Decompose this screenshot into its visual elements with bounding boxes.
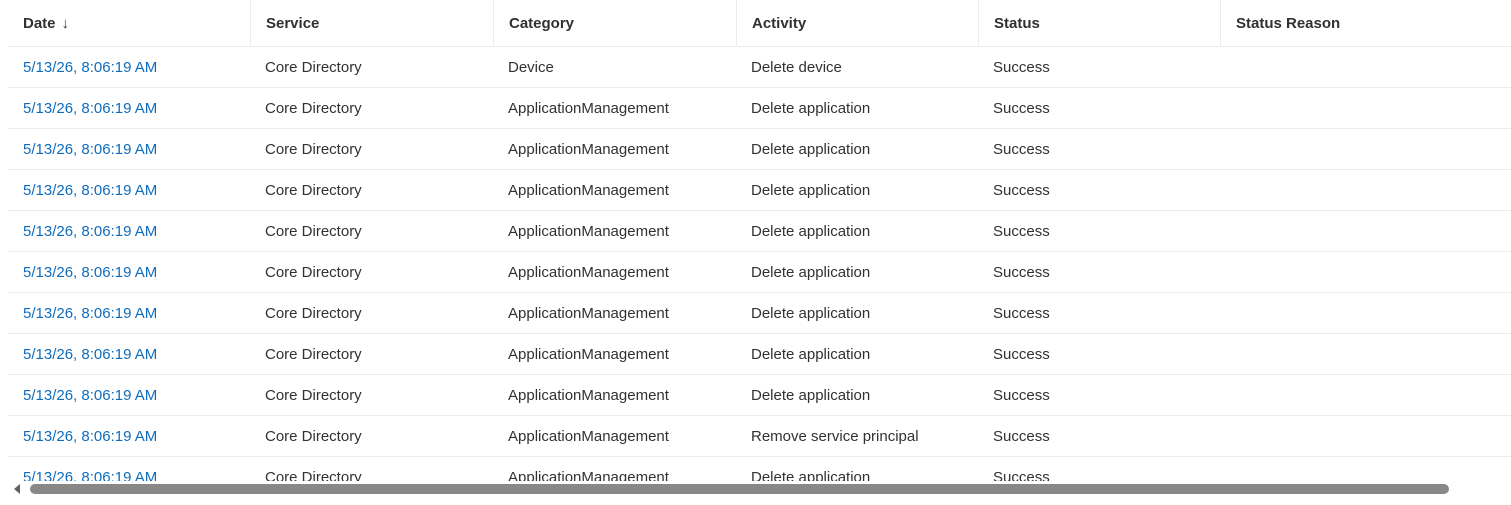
category-cell: ApplicationManagement	[508, 263, 669, 281]
status-cell: Success	[993, 58, 1050, 76]
horizontal-scrollbar[interactable]	[8, 481, 1511, 497]
category-cell: ApplicationManagement	[508, 304, 669, 322]
status-cell: Success	[993, 99, 1050, 117]
column-header-label: Service	[266, 14, 320, 32]
category-cell: ApplicationManagement	[508, 181, 669, 199]
status-reason-cell	[1220, 293, 1511, 333]
scrollbar-thumb[interactable]	[30, 484, 1449, 494]
status-reason-cell	[1220, 416, 1511, 456]
status-reason-cell	[1220, 334, 1511, 374]
column-header-activity[interactable]: Activity	[736, 0, 978, 46]
date-link[interactable]: 5/13/26, 8:06:19 AM	[8, 170, 250, 210]
date-link[interactable]: 5/13/26, 8:06:19 AM	[8, 293, 250, 333]
activity-cell: Delete application	[751, 140, 871, 158]
activity-cell: Remove service principal	[751, 427, 919, 445]
status-reason-cell	[1220, 457, 1511, 481]
table-row[interactable]: 5/13/26, 8:06:19 AM Core Directory Applica…	[8, 88, 1511, 129]
date-link[interactable]: 5/13/26, 8:06:19 AM	[8, 334, 250, 374]
column-header-label: Date	[23, 14, 56, 32]
category-cell: Device	[508, 58, 554, 76]
column-header-date[interactable]: Date ↓	[8, 0, 250, 46]
status-reason-cell	[1220, 129, 1511, 169]
status-cell: Success	[993, 468, 1050, 482]
grid-header: Date ↓ Service Category Activity Status …	[8, 0, 1511, 47]
date-link[interactable]: 5/13/26, 8:06:19 AM	[8, 457, 250, 482]
service-cell: Core Directory	[265, 345, 362, 363]
service-cell: Core Directory	[265, 468, 362, 482]
activity-cell: Delete application	[751, 386, 871, 404]
date-link[interactable]: 5/13/26, 8:06:19 AM	[8, 129, 250, 169]
sort-descending-icon: ↓	[61, 14, 70, 32]
date-link[interactable]: 5/13/26, 8:06:19 AM	[8, 252, 250, 292]
status-cell: Success	[993, 427, 1050, 445]
table-row[interactable]: 5/13/26, 8:06:19 AM Core Directory Applica…	[8, 170, 1511, 211]
activity-cell: Delete application	[751, 345, 871, 363]
category-cell: ApplicationManagement	[508, 345, 669, 363]
date-link[interactable]: 5/13/26, 8:06:19 AM	[8, 416, 250, 456]
status-reason-cell	[1220, 252, 1511, 292]
column-header-label: Category	[509, 14, 575, 32]
column-header-service[interactable]: Service	[250, 0, 493, 46]
status-reason-cell	[1220, 47, 1511, 87]
table-row[interactable]: 5/13/26, 8:06:19 AM Core Directory Applica…	[8, 129, 1511, 170]
service-cell: Core Directory	[265, 304, 362, 322]
column-header-label: Status Reason	[1236, 14, 1341, 32]
service-cell: Core Directory	[265, 386, 362, 404]
column-header-label: Status	[994, 14, 1040, 32]
status-cell: Success	[993, 222, 1050, 240]
date-link[interactable]: 5/13/26, 8:06:19 AM	[8, 88, 250, 128]
service-cell: Core Directory	[265, 99, 362, 117]
status-reason-cell	[1220, 88, 1511, 128]
service-cell: Core Directory	[265, 58, 362, 76]
column-header-category[interactable]: Category	[493, 0, 736, 46]
date-link[interactable]: 5/13/26, 8:06:19 AM	[8, 47, 250, 87]
category-cell: ApplicationManagement	[508, 427, 669, 445]
caret-left-icon[interactable]	[14, 484, 20, 494]
category-cell: ApplicationManagement	[508, 140, 669, 158]
category-cell: ApplicationManagement	[508, 386, 669, 404]
activity-cell: Delete device	[751, 58, 842, 76]
activity-cell: Delete application	[751, 181, 871, 199]
column-header-status-reason[interactable]: Status Reason	[1220, 0, 1511, 46]
column-header-status[interactable]: Status	[978, 0, 1220, 46]
activity-cell: Delete application	[751, 99, 871, 117]
table-row[interactable]: 5/13/26, 8:06:19 AM Core Directory Applica…	[8, 416, 1511, 457]
status-reason-cell	[1220, 375, 1511, 415]
status-cell: Success	[993, 345, 1050, 363]
service-cell: Core Directory	[265, 222, 362, 240]
status-reason-cell	[1220, 170, 1511, 210]
status-cell: Success	[993, 263, 1050, 281]
table-row[interactable]: 5/13/26, 8:06:19 AM Core Directory Applica…	[8, 293, 1511, 334]
activity-cell: Delete application	[751, 263, 871, 281]
activity-cell: Delete application	[751, 222, 871, 240]
activity-cell: Delete application	[751, 304, 871, 322]
activity-cell: Delete application	[751, 468, 871, 482]
table-row[interactable]: 5/13/26, 8:06:19 AM Core Directory Applica…	[8, 252, 1511, 293]
category-cell: ApplicationManagement	[508, 468, 669, 482]
table-row[interactable]: 5/13/26, 8:06:19 AM Core Directory Applica…	[8, 375, 1511, 416]
date-link[interactable]: 5/13/26, 8:06:19 AM	[8, 375, 250, 415]
column-header-label: Activity	[752, 14, 807, 32]
date-link[interactable]: 5/13/26, 8:06:19 AM	[8, 211, 250, 251]
service-cell: Core Directory	[265, 181, 362, 199]
service-cell: Core Directory	[265, 140, 362, 158]
service-cell: Core Directory	[265, 427, 362, 445]
table-row[interactable]: 5/13/26, 8:06:19 AM Core Directory Device D…	[8, 47, 1511, 88]
table-row[interactable]: 5/13/26, 8:06:19 AM Core Directory Applica…	[8, 211, 1511, 252]
category-cell: ApplicationManagement	[508, 99, 669, 117]
status-reason-cell	[1220, 211, 1511, 251]
service-cell: Core Directory	[265, 263, 362, 281]
category-cell: ApplicationManagement	[508, 222, 669, 240]
status-cell: Success	[993, 386, 1050, 404]
status-cell: Success	[993, 304, 1050, 322]
status-cell: Success	[993, 181, 1050, 199]
status-cell: Success	[993, 140, 1050, 158]
audit-log-grid: Date ↓ Service Category Activity Status …	[8, 0, 1511, 481]
table-row[interactable]: 5/13/26, 8:06:19 AM Core Directory Applica…	[8, 457, 1511, 482]
table-row[interactable]: 5/13/26, 8:06:19 AM Core Directory Applica…	[8, 334, 1511, 375]
